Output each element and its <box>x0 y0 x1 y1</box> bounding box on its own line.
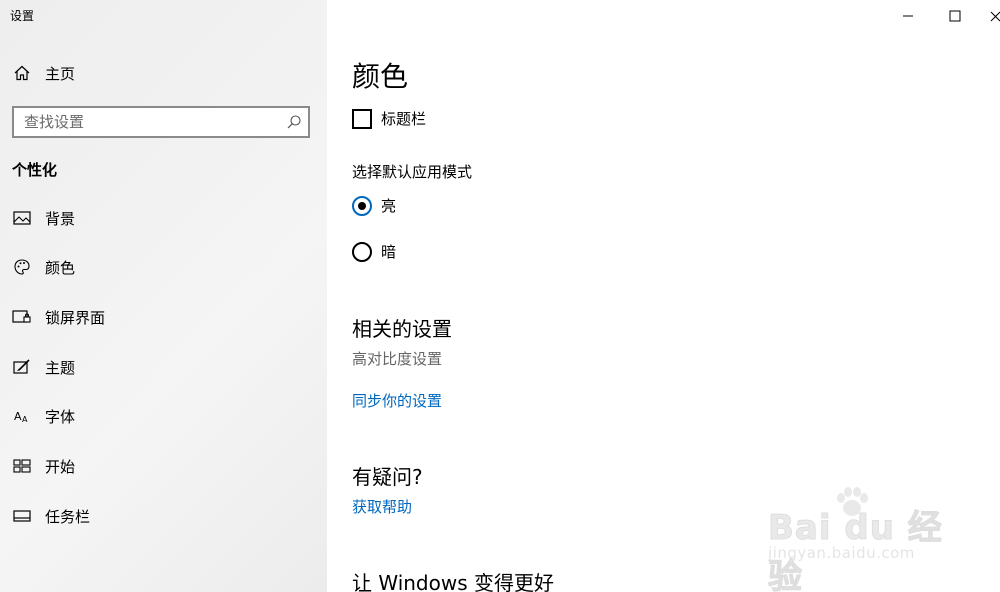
radio-dark[interactable]: 暗 <box>352 241 396 262</box>
sidebar-item-themes[interactable]: 主题 <box>0 349 327 385</box>
section-title: 个性化 <box>12 161 58 179</box>
sidebar-item-start[interactable]: 开始 <box>0 448 327 484</box>
close-button[interactable] <box>988 4 1000 28</box>
theme-icon <box>11 356 33 378</box>
radio-light[interactable]: 亮 <box>352 195 396 216</box>
font-icon: AA <box>11 405 33 427</box>
window-title: 设置 <box>10 9 35 23</box>
sidebar-item-label: 任务栏 <box>45 507 91 526</box>
titlebar-checkbox[interactable]: 标题栏 <box>352 108 426 129</box>
radio-label: 亮 <box>381 197 397 215</box>
start-icon <box>11 455 33 477</box>
sidebar-item-label: 背景 <box>45 209 76 228</box>
sidebar-item-label: 字体 <box>45 407 76 426</box>
question-heading: 有疑问? <box>352 465 423 489</box>
search-box[interactable] <box>12 106 310 138</box>
sidebar-item-label: 锁屏界面 <box>45 308 106 327</box>
get-help-link[interactable]: 获取帮助 <box>352 496 412 517</box>
sidebar-item-background[interactable]: 背景 <box>0 200 327 236</box>
image-icon <box>11 207 33 229</box>
maximize-button[interactable] <box>941 4 969 28</box>
search-input[interactable] <box>14 113 274 131</box>
sidebar-item-label: 主页 <box>45 64 76 83</box>
minimize-button[interactable] <box>894 4 922 28</box>
maximize-icon <box>949 10 961 22</box>
sidebar-item-lock-screen[interactable]: 锁屏界面 <box>0 299 327 335</box>
radio-circle[interactable] <box>352 241 372 262</box>
high-contrast-link[interactable]: 高对比度设置 <box>352 348 442 369</box>
app-mode-label: 选择默认应用模式 <box>352 163 473 181</box>
svg-text:A: A <box>14 410 22 423</box>
sync-settings-link[interactable]: 同步你的设置 <box>352 390 442 411</box>
sidebar-item-colors[interactable]: 颜色 <box>0 249 327 285</box>
svg-text:A: A <box>22 415 28 424</box>
sidebar-item-home[interactable]: 主页 <box>0 55 327 91</box>
sidebar-item-taskbar[interactable]: 任务栏 <box>0 498 327 534</box>
palette-icon <box>11 256 33 278</box>
sidebar-item-fonts[interactable]: AA 字体 <box>0 398 327 434</box>
checkbox-box[interactable] <box>352 108 372 129</box>
page-title: 颜色 <box>352 60 409 93</box>
search-icon[interactable] <box>286 114 302 130</box>
radio-label: 暗 <box>381 243 397 261</box>
improve-windows-heading: 让 Windows 变得更好 <box>352 571 554 592</box>
radio-circle[interactable] <box>352 195 372 216</box>
related-settings-heading: 相关的设置 <box>352 317 452 341</box>
sidebar: 设置 主页 个性化 背景 颜色 锁屏界面 主题 <box>0 0 327 592</box>
sidebar-item-label: 开始 <box>45 457 76 476</box>
taskbar-icon <box>11 505 33 527</box>
baidu-watermark: Bai du 经验 jingyan.baidu.com <box>768 486 968 592</box>
watermark-sub: jingyan.baidu.com <box>768 544 915 562</box>
checkbox-label: 标题栏 <box>381 110 427 128</box>
lock-screen-icon <box>11 306 33 328</box>
close-icon <box>990 11 1000 22</box>
minimize-icon <box>903 15 913 17</box>
sidebar-item-label: 主题 <box>45 358 76 377</box>
sidebar-item-label: 颜色 <box>45 258 76 277</box>
home-icon <box>11 62 33 84</box>
